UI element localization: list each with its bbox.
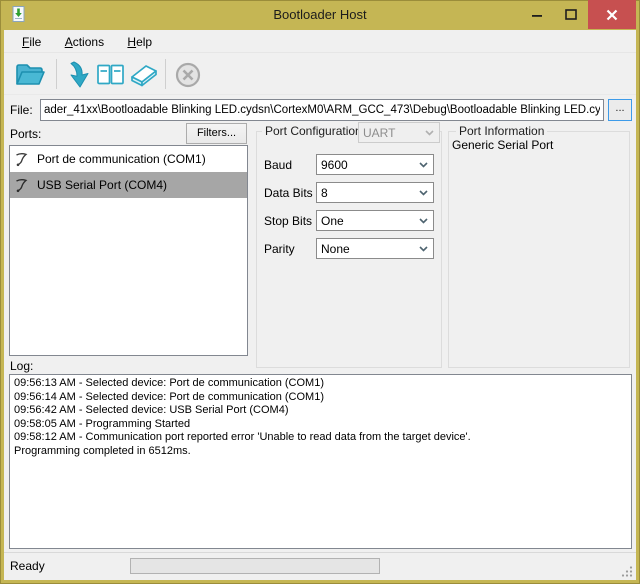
chevron-down-icon (419, 246, 428, 252)
titlebar: Bootloader Host (0, 0, 640, 30)
serial-port-icon (15, 178, 29, 193)
file-label: File: (10, 103, 33, 117)
chevron-down-icon (419, 162, 428, 168)
progress-bar (130, 558, 380, 574)
port-information-group (448, 131, 630, 368)
resize-grip[interactable] (621, 565, 633, 577)
serial-port-icon (15, 152, 29, 167)
log-label: Log: (10, 359, 33, 373)
close-button[interactable] (588, 0, 636, 29)
port-name: Port de communication (COM1) (37, 152, 206, 166)
bootloader-host-window: Bootloader Host File Actions Hel (0, 0, 640, 584)
toolbar-separator (165, 59, 166, 89)
open-file-button[interactable] (12, 57, 48, 93)
log-line: Programming completed in 6512ms. (14, 445, 627, 459)
browse-button[interactable]: ... (608, 99, 632, 121)
toolbar-separator (56, 59, 57, 89)
file-path-input[interactable] (40, 99, 604, 121)
port-information-text: Generic Serial Port (452, 138, 553, 152)
port-information-title: Port Information (456, 124, 547, 138)
open-folder-icon (14, 62, 46, 88)
erase-button[interactable] (125, 57, 161, 93)
log-line: 09:56:14 AM - Selected device: Port de c… (14, 391, 627, 405)
minimize-icon (532, 10, 543, 20)
parity-label: Parity (264, 242, 295, 256)
toolbar (4, 54, 636, 95)
maximize-button[interactable] (554, 0, 588, 29)
chevron-down-icon (425, 130, 434, 136)
menu-bar: File Actions Help (4, 31, 636, 53)
log-line: 09:58:05 AM - Programming Started (14, 418, 627, 432)
chevron-down-icon (419, 190, 428, 196)
program-button[interactable] (61, 57, 97, 93)
ports-label: Ports: (10, 127, 41, 141)
abort-icon (174, 61, 202, 89)
eraser-icon (127, 62, 159, 88)
menu-actions[interactable]: Actions (55, 31, 114, 52)
log-line: 09:56:42 AM - Selected device: USB Seria… (14, 404, 627, 418)
parity-value: None (317, 242, 419, 256)
verify-button[interactable] (93, 57, 129, 93)
close-icon (606, 9, 618, 21)
baud-value: 9600 (317, 158, 419, 172)
port-configuration-title: Port Configuration (262, 124, 365, 138)
baud-label: Baud (264, 158, 292, 172)
protocol-select[interactable]: UART (358, 122, 440, 143)
stop-bits-label: Stop Bits (264, 214, 312, 228)
status-text: Ready (10, 559, 45, 573)
filters-button[interactable]: Filters... (186, 123, 247, 144)
port-list-item-selected[interactable]: USB Serial Port (COM4) (10, 172, 247, 198)
chevron-down-icon (419, 218, 428, 224)
menu-file[interactable]: File (12, 31, 51, 52)
ports-list: Port de communication (COM1) USB Serial … (9, 145, 248, 356)
maximize-icon (565, 9, 577, 20)
download-arrow-icon (66, 61, 92, 89)
log-line: 09:56:13 AM - Selected device: Port de c… (14, 377, 627, 391)
port-list-item[interactable]: Port de communication (COM1) (10, 146, 247, 172)
documents-icon (96, 62, 126, 88)
data-bits-label: Data Bits (264, 186, 313, 200)
minimize-button[interactable] (520, 0, 554, 29)
stop-bits-value: One (317, 214, 419, 228)
log-line: 09:58:12 AM - Communication port reporte… (14, 431, 627, 445)
data-bits-select[interactable]: 8 (316, 182, 434, 203)
parity-select[interactable]: None (316, 238, 434, 259)
data-bits-value: 8 (317, 186, 419, 200)
baud-select[interactable]: 9600 (316, 154, 434, 175)
stop-bits-select[interactable]: One (316, 210, 434, 231)
status-bar: Ready (4, 552, 636, 580)
log-output[interactable]: 09:56:13 AM - Selected device: Port de c… (9, 374, 632, 549)
port-name: USB Serial Port (COM4) (37, 178, 167, 192)
menu-help[interactable]: Help (117, 31, 162, 52)
protocol-value: UART (359, 126, 425, 140)
abort-button[interactable] (170, 57, 206, 93)
